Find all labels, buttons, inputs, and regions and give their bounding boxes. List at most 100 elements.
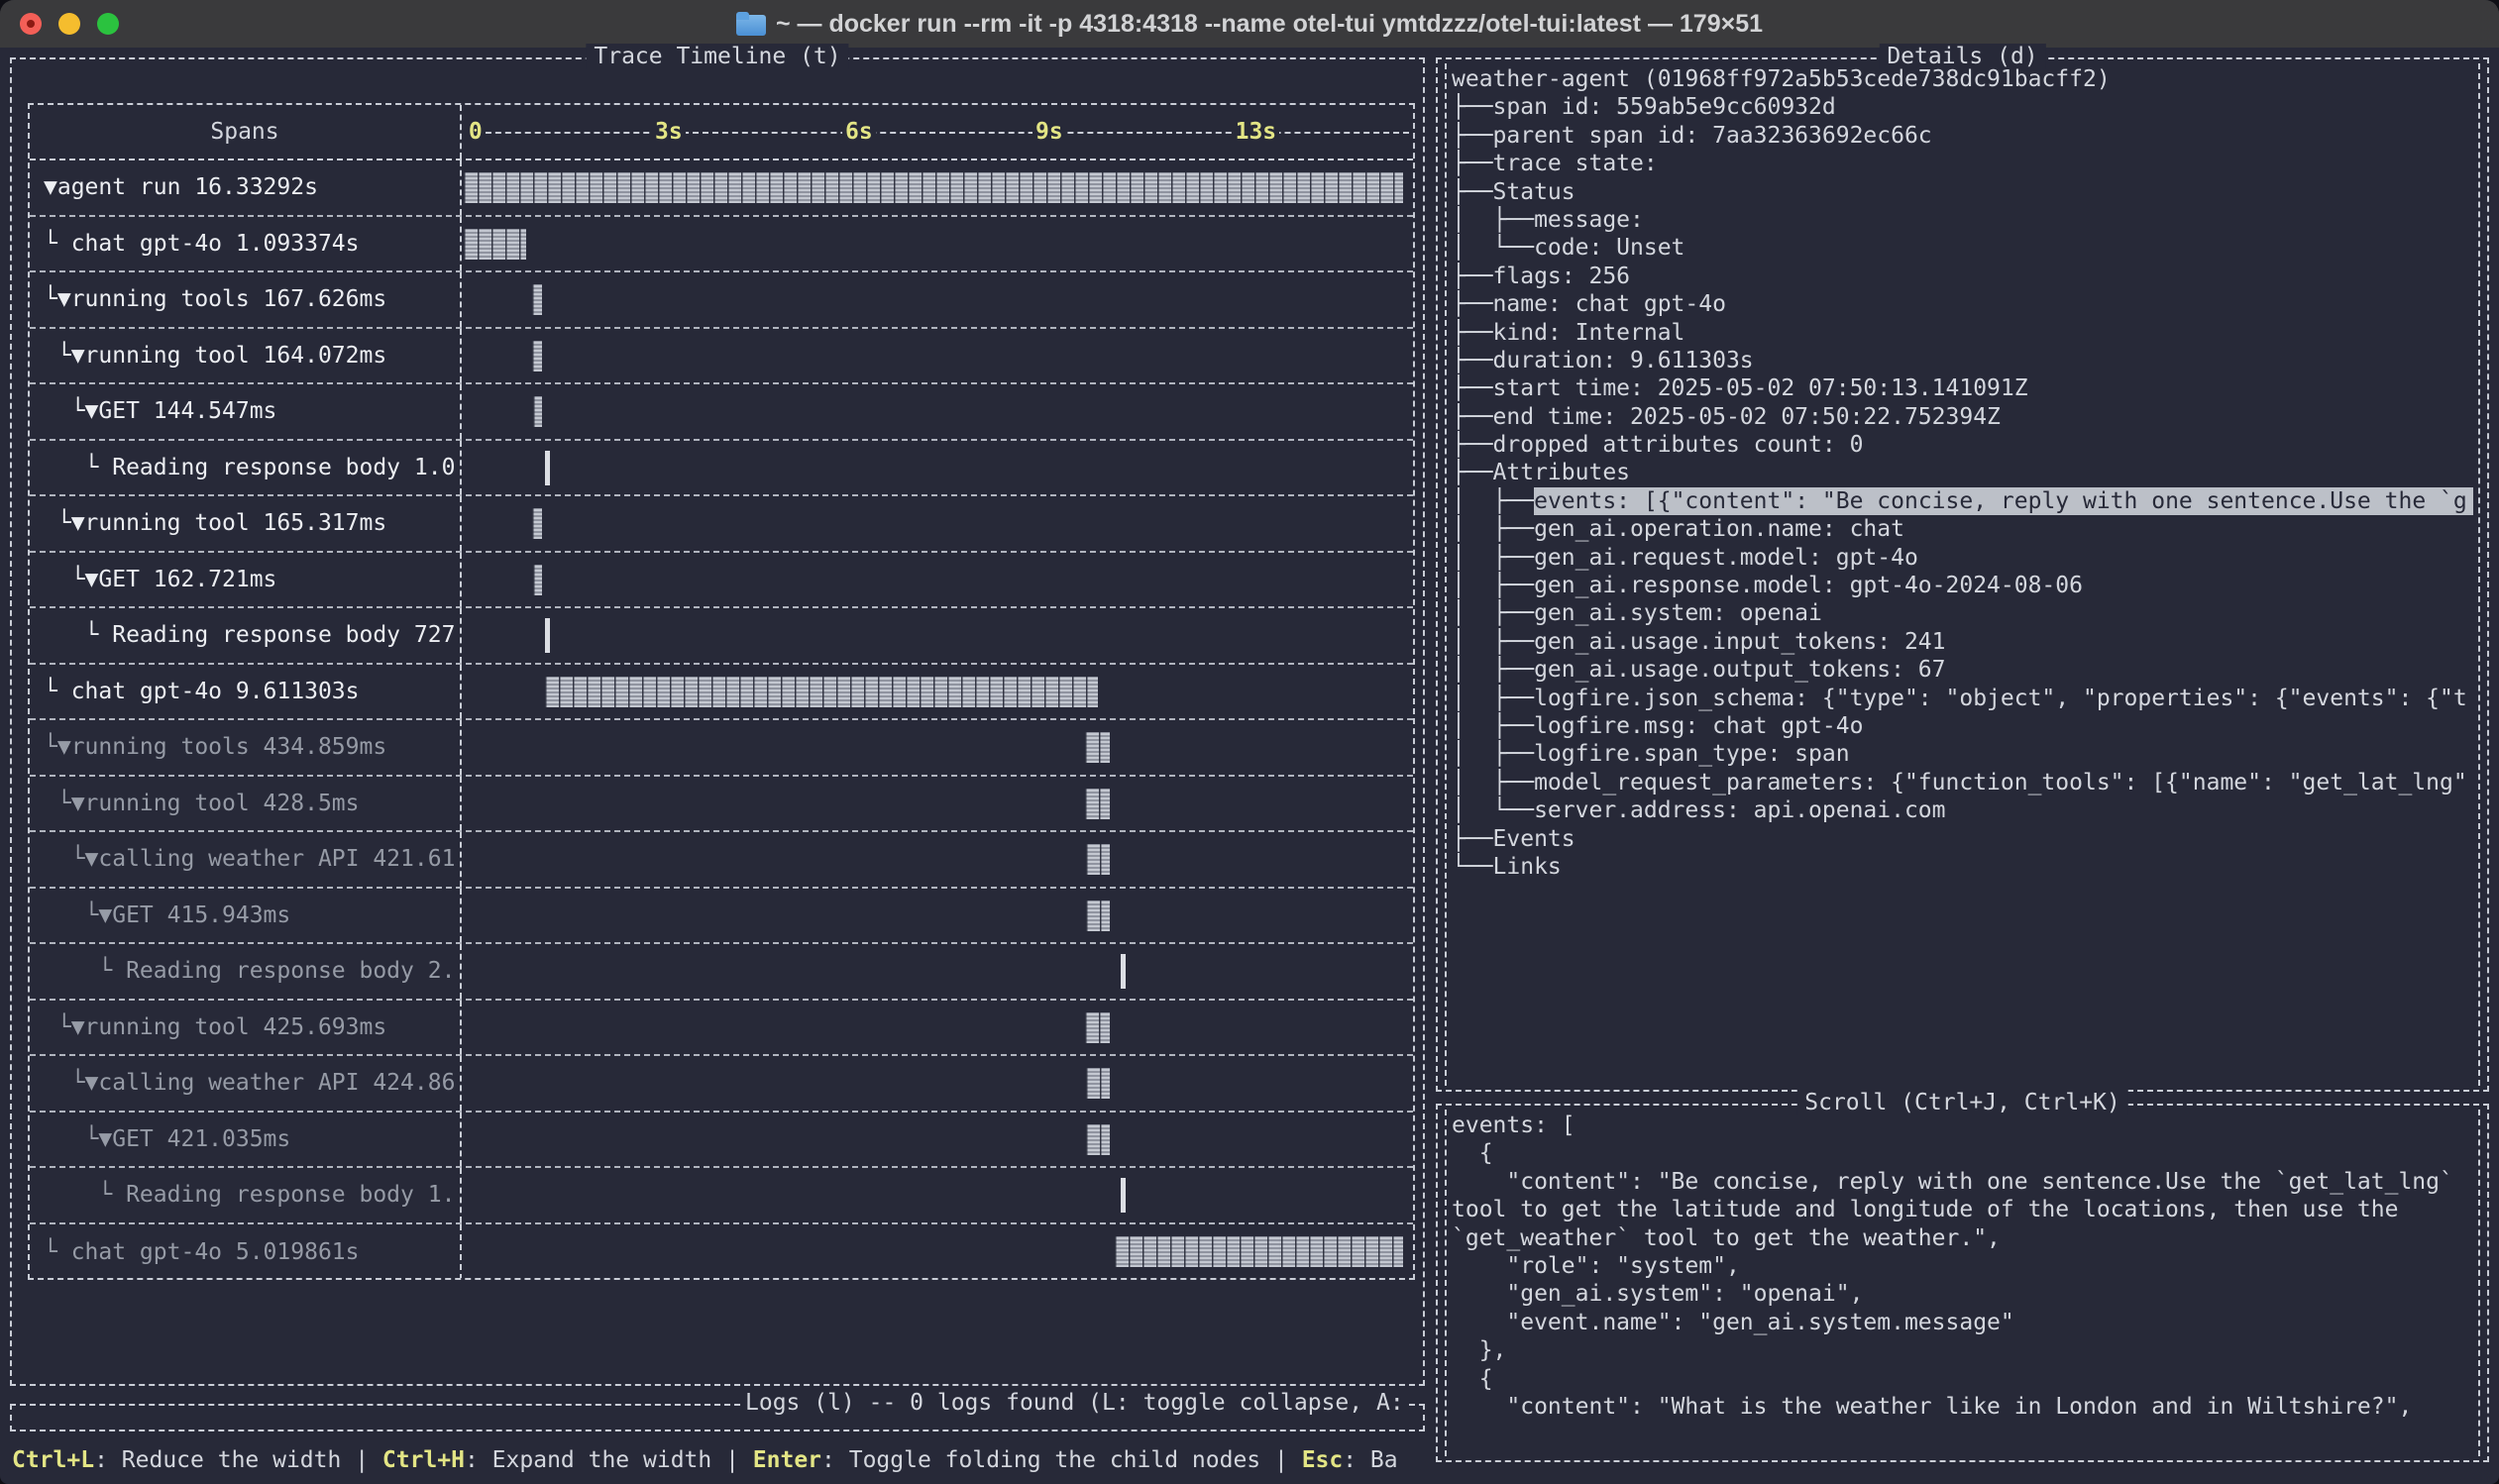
trace-row[interactable]: └▼calling weather API 424.86 xyxy=(30,1056,1413,1113)
details-tree-line[interactable]: │ ├──gen_ai.operation.name: chat xyxy=(1452,515,2473,543)
span-bar-cell xyxy=(462,217,1413,271)
close-button[interactable] xyxy=(20,13,42,35)
trace-row[interactable]: └▼running tool 425.693ms xyxy=(30,1001,1413,1057)
details-tree-line[interactable]: │ ├──gen_ai.request.model: gpt-4o xyxy=(1452,544,2473,572)
span-duration-bar xyxy=(1085,1012,1110,1043)
details-tree-line[interactable]: ├──Events xyxy=(1452,825,2473,853)
span-bar-cell xyxy=(462,1113,1413,1167)
scroll-json-line: "role": "system", xyxy=(1452,1252,2473,1280)
trace-row[interactable]: ▼agent run 16.33292s xyxy=(30,160,1413,217)
status-key-hint: Ctrl+H xyxy=(382,1447,465,1473)
details-tree-line[interactable]: ├──Status xyxy=(1452,178,2473,206)
spans-table: Spans 03s6s9s13s ▼agent run 16.33292s└ c… xyxy=(28,103,1415,1280)
trace-row[interactable]: └▼running tools 167.626ms xyxy=(30,272,1413,329)
minimize-button[interactable] xyxy=(58,13,80,35)
span-label: └ chat gpt-4o 9.611303s xyxy=(30,665,462,719)
span-bar-cell xyxy=(462,832,1413,887)
details-tree-line[interactable]: ├──trace state: xyxy=(1452,150,2473,177)
details-tree-line[interactable]: ├──kind: Internal xyxy=(1452,319,2473,347)
details-tree-line[interactable]: │ ├──gen_ai.response.model: gpt-4o-2024-… xyxy=(1452,572,2473,599)
window-title-text: ~ — docker run --rm -it -p 4318:4318 --n… xyxy=(776,10,1763,39)
details-tree-line[interactable]: │ ├──message: xyxy=(1452,206,2473,234)
span-label: └▼GET 421.035ms xyxy=(30,1113,462,1167)
details-tree-line[interactable]: └──Links xyxy=(1452,853,2473,881)
axis-tick-label: 13s xyxy=(1233,119,1280,145)
span-duration-bar xyxy=(1086,844,1110,875)
span-label: └▼running tool 428.5ms xyxy=(30,777,462,831)
status-key-hint: Esc xyxy=(1302,1447,1344,1473)
details-tree-line[interactable]: ├──duration: 9.611303s xyxy=(1452,347,2473,374)
details-tree-line[interactable]: │ ├──logfire.msg: chat gpt-4o xyxy=(1452,712,2473,740)
details-tree-line[interactable]: │ ├──gen_ai.usage.output_tokens: 67 xyxy=(1452,656,2473,684)
span-duration-bar xyxy=(464,172,1403,203)
span-label: └▼running tools 167.626ms xyxy=(30,272,462,327)
span-bar-cell xyxy=(462,944,1413,999)
tree-connector: │ ├── xyxy=(1452,487,1534,515)
span-bar-cell xyxy=(462,553,1413,607)
trace-row[interactable]: └▼GET 415.943ms xyxy=(30,889,1413,945)
axis-tick-label: 9s xyxy=(1032,119,1066,145)
trace-row[interactable]: └▼running tools 434.859ms xyxy=(30,720,1413,777)
traffic-lights xyxy=(20,13,119,35)
trace-row[interactable]: └ Reading response body 1.0 xyxy=(30,441,1413,497)
status-key-hint: Ctrl+L xyxy=(12,1447,94,1473)
trace-row[interactable]: └ Reading response body 2. xyxy=(30,944,1413,1001)
span-label: ▼agent run 16.33292s xyxy=(30,160,462,215)
details-tree-line[interactable]: │ ├──events: [{"content": "Be concise, r… xyxy=(1452,487,2473,515)
logs-panel-title: Logs (l) -- 0 logs found (L: toggle coll… xyxy=(741,1390,1408,1416)
details-tree-line[interactable]: ├──flags: 256 xyxy=(1452,263,2473,290)
span-label: └▼calling weather API 421.61 xyxy=(30,832,462,887)
span-instant-marker xyxy=(545,451,550,485)
details-tree-line[interactable]: ├──start time: 2025-05-02 07:50:13.14109… xyxy=(1452,374,2473,402)
selected-attribute[interactable]: events: [{"content": "Be concise, reply … xyxy=(1534,487,2473,515)
span-bar-cell xyxy=(462,889,1413,943)
trace-row[interactable]: └▼running tool 428.5ms xyxy=(30,777,1413,833)
details-tree-line[interactable]: ├──dropped attributes count: 0 xyxy=(1452,431,2473,459)
trace-row[interactable]: └ chat gpt-4o 5.019861s xyxy=(30,1224,1413,1281)
details-tree-line[interactable]: weather-agent (01968ff972a5b53cede738dc9… xyxy=(1452,65,2473,93)
trace-row[interactable]: └ Reading response body 727 xyxy=(30,608,1413,665)
scroll-panel[interactable]: Scroll (Ctrl+J, Ctrl+K) events: [ { "con… xyxy=(1436,1104,2489,1462)
span-bar-cell xyxy=(462,384,1413,439)
details-tree-line[interactable]: ├──span id: 559ab5e9cc60932d xyxy=(1452,93,2473,121)
details-tree-line[interactable]: │ ├──model_request_parameters: {"functio… xyxy=(1452,769,2473,796)
details-tree-line[interactable]: ├──name: chat gpt-4o xyxy=(1452,290,2473,318)
trace-row[interactable]: └▼calling weather API 421.61 xyxy=(30,832,1413,889)
span-label: └ Reading response body 1. xyxy=(30,1168,462,1222)
trace-row[interactable]: └ Reading response body 1. xyxy=(30,1168,1413,1224)
span-bar-cell xyxy=(462,160,1413,215)
trace-row[interactable]: └ chat gpt-4o 1.093374s xyxy=(30,217,1413,273)
span-bar-cell xyxy=(462,608,1413,663)
span-instant-marker xyxy=(1121,954,1126,989)
terminal-window: ~ — docker run --rm -it -p 4318:4318 --n… xyxy=(0,0,2499,1484)
folder-icon xyxy=(736,12,766,36)
logs-panel[interactable]: Logs (l) -- 0 logs found (L: toggle coll… xyxy=(10,1404,1425,1431)
trace-row[interactable]: └▼running tool 165.317ms xyxy=(30,496,1413,553)
zoom-button[interactable] xyxy=(97,13,119,35)
trace-row[interactable]: └▼GET 162.721ms xyxy=(30,553,1413,609)
details-tree-line[interactable]: │ ├──gen_ai.system: openai xyxy=(1452,599,2473,627)
span-duration-bar xyxy=(1086,1124,1110,1155)
span-label: └ Reading response body 2. xyxy=(30,944,462,999)
details-tree-line[interactable]: ├──Attributes xyxy=(1452,459,2473,486)
axis-tick-label: 6s xyxy=(842,119,876,145)
trace-row[interactable]: └▼GET 144.547ms xyxy=(30,384,1413,441)
details-tree-line[interactable]: ├──end time: 2025-05-02 07:50:22.752394Z xyxy=(1452,403,2473,431)
span-bar-cell xyxy=(462,1224,1413,1281)
span-label: └▼GET 415.943ms xyxy=(30,889,462,943)
span-label: └ chat gpt-4o 5.019861s xyxy=(30,1224,462,1281)
span-bar-cell xyxy=(462,272,1413,327)
details-tree-line[interactable]: │ ├──logfire.span_type: span xyxy=(1452,740,2473,768)
trace-row[interactable]: └▼running tool 164.072ms xyxy=(30,329,1413,385)
scroll-json-line: "content": "Be concise, reply with one s… xyxy=(1452,1168,2473,1196)
trace-row[interactable]: └▼GET 421.035ms xyxy=(30,1113,1413,1169)
details-tree-line[interactable]: │ ├──logfire.json_schema: {"type": "obje… xyxy=(1452,685,2473,712)
details-tree-line[interactable]: │ └──server.address: api.openai.com xyxy=(1452,796,2473,824)
trace-row[interactable]: └ chat gpt-4o 9.611303s xyxy=(30,665,1413,721)
axis-tick-label: 0 xyxy=(466,119,486,145)
details-tree-line[interactable]: ├──parent span id: 7aa32363692ec66c xyxy=(1452,122,2473,150)
details-tree-line[interactable]: │ └──code: Unset xyxy=(1452,234,2473,262)
span-bar-cell xyxy=(462,720,1413,775)
span-bar-cell xyxy=(462,1168,1413,1222)
details-tree-line[interactable]: │ ├──gen_ai.usage.input_tokens: 241 xyxy=(1452,628,2473,656)
